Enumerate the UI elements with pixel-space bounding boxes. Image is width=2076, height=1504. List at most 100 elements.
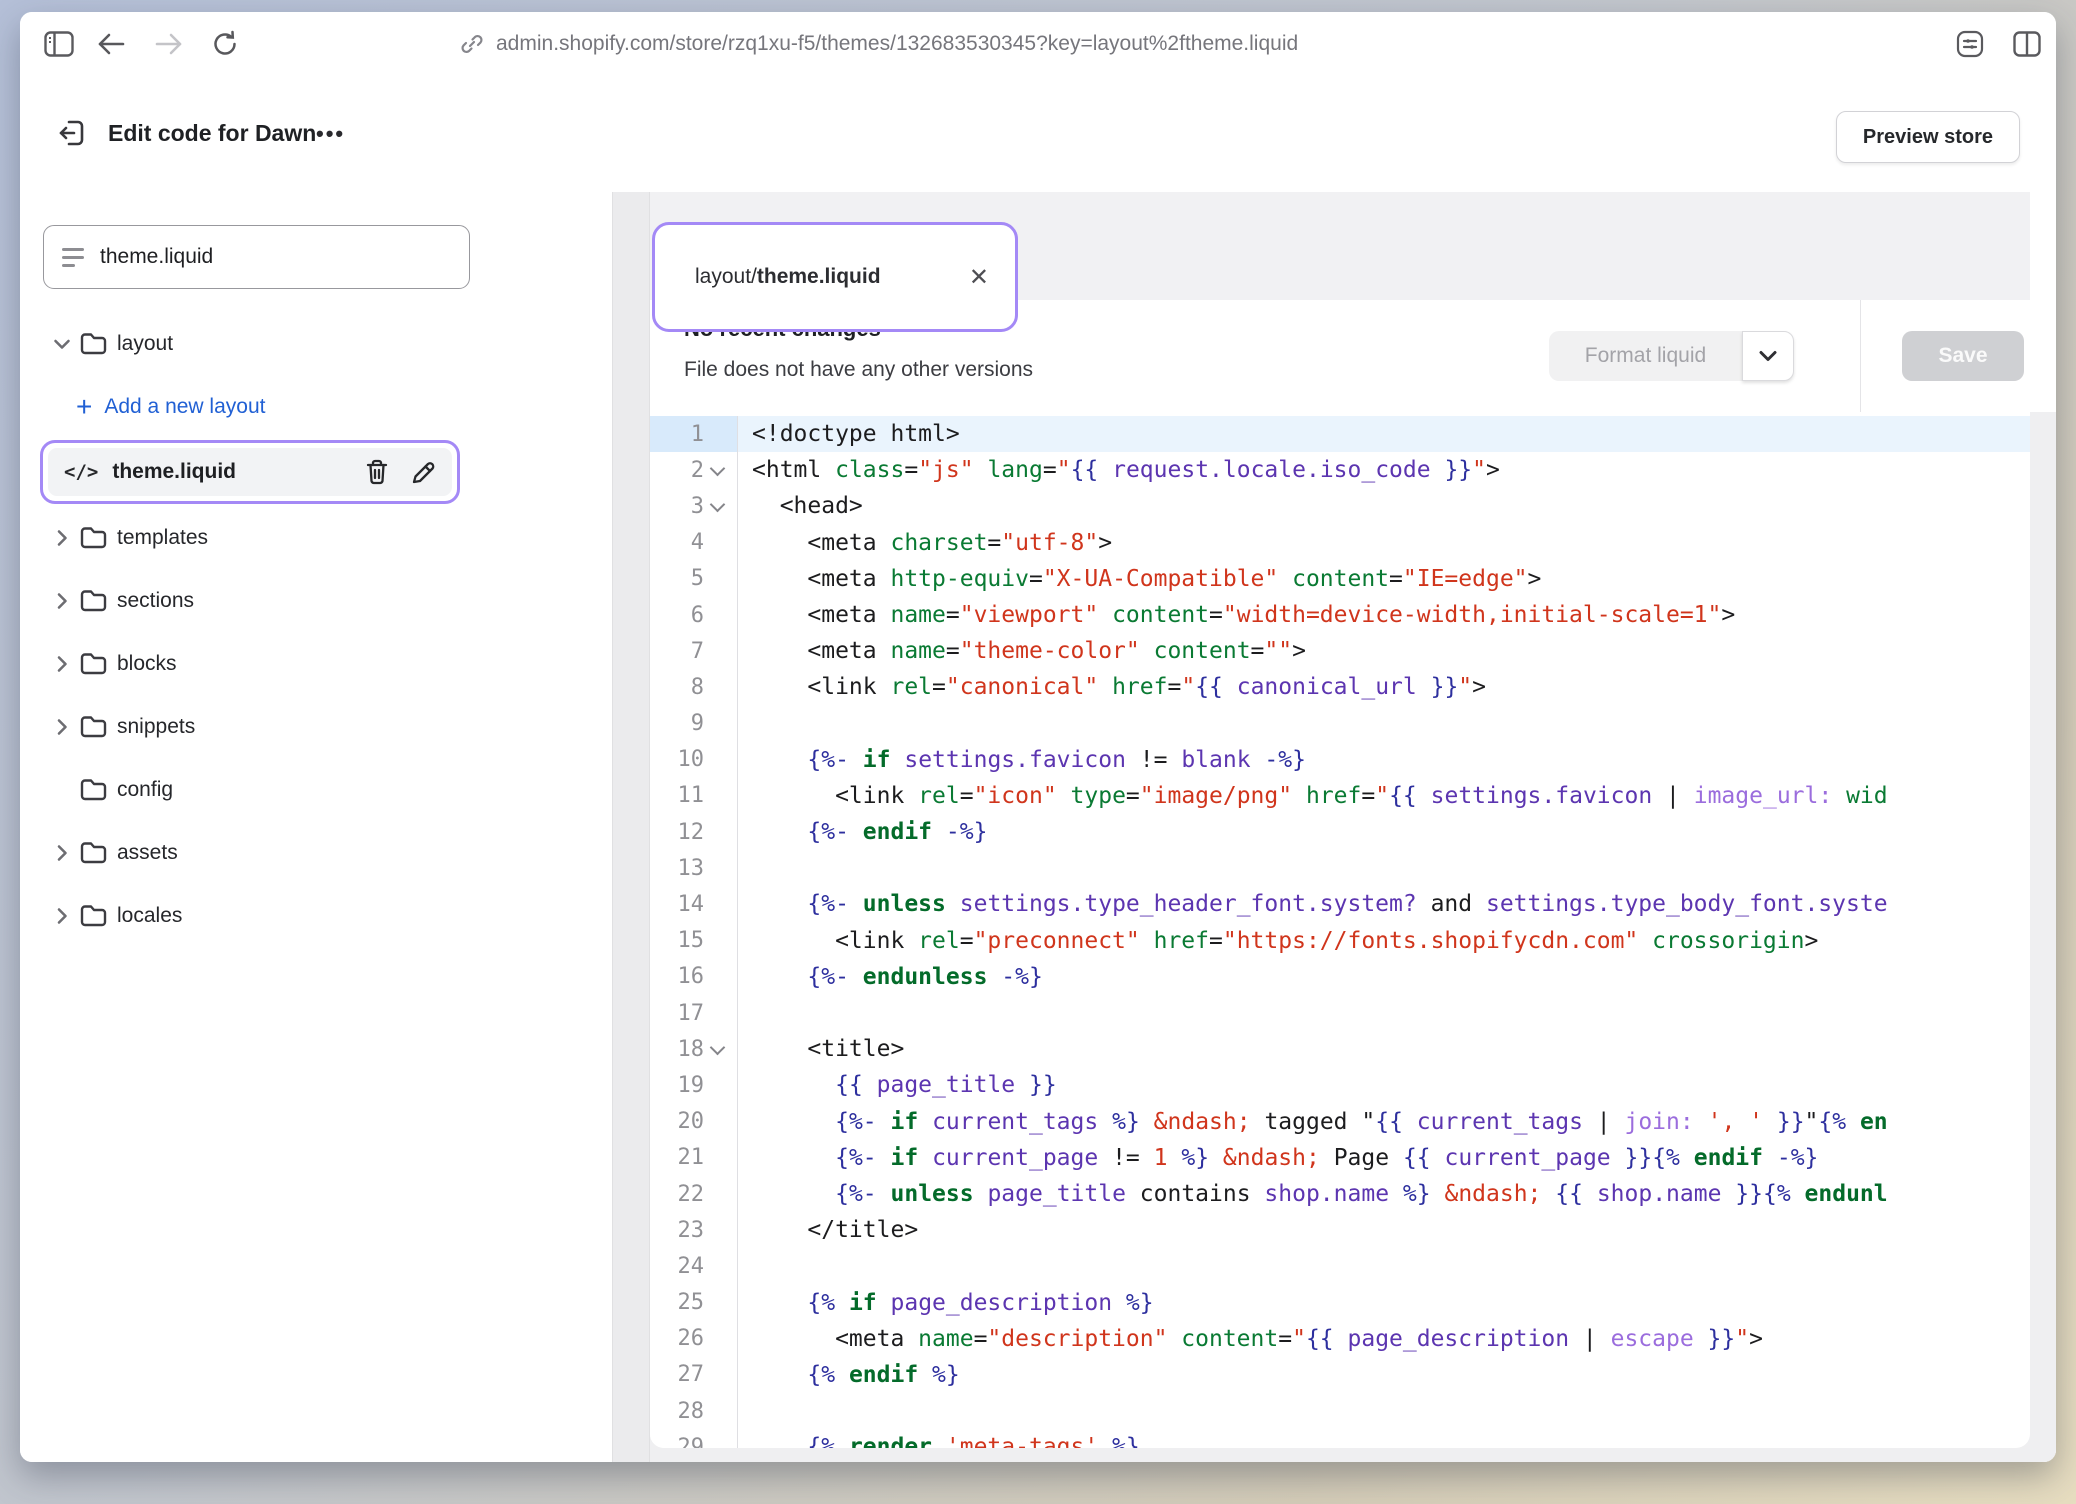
sidebar-item-sections[interactable]: sections xyxy=(20,569,612,632)
code-text[interactable]: {% if page_description %} xyxy=(738,1285,2030,1321)
chevron-right-icon[interactable] xyxy=(50,529,74,547)
line-number-gutter[interactable]: 13 xyxy=(650,850,738,886)
forward-icon[interactable] xyxy=(144,12,194,75)
line-number-gutter[interactable]: 24 xyxy=(650,1248,738,1284)
code-text[interactable]: <meta http-equiv="X-UA-Compatible" conte… xyxy=(738,561,2030,597)
line-number-gutter[interactable]: 14 xyxy=(650,886,738,922)
code-editor[interactable]: 1<!doctype html>2<html class="js" lang="… xyxy=(650,412,2030,1448)
code-line[interactable]: 21 {%- if current_page != 1 %} &ndash; P… xyxy=(650,1140,2030,1176)
code-line[interactable]: 27 {% endif %} xyxy=(650,1357,2030,1393)
fold-toggle-icon[interactable] xyxy=(709,1040,725,1056)
page-settings-icon[interactable] xyxy=(1945,12,1995,75)
code-text[interactable]: {%- unless page_title contains shop.name… xyxy=(738,1176,2030,1212)
exit-editor-button[interactable] xyxy=(50,111,94,155)
code-line[interactable]: 28 xyxy=(650,1393,2030,1429)
chevron-right-icon[interactable] xyxy=(50,655,74,673)
code-text[interactable]: {%- if settings.favicon != blank -%} xyxy=(738,742,2030,778)
code-text[interactable]: {{ page_title }} xyxy=(738,1067,2030,1103)
code-line[interactable]: 18 <title> xyxy=(650,1031,2030,1067)
code-text[interactable]: {%- if current_tags %} &ndash; tagged "{… xyxy=(738,1104,2030,1140)
back-icon[interactable] xyxy=(86,12,136,75)
code-line[interactable]: 20 {%- if current_tags %} &ndash; tagged… xyxy=(650,1104,2030,1140)
sidebar-item-assets[interactable]: assets xyxy=(20,821,612,884)
code-text[interactable]: {%- if current_page != 1 %} &ndash; Page… xyxy=(738,1140,2030,1176)
line-number-gutter[interactable]: 9 xyxy=(650,706,738,742)
line-number-gutter[interactable]: 27 xyxy=(650,1357,738,1393)
code-line[interactable]: 10 {%- if settings.favicon != blank -%} xyxy=(650,742,2030,778)
chevron-down-icon[interactable] xyxy=(50,338,74,350)
code-text[interactable]: {% endif %} xyxy=(738,1357,2030,1393)
code-text[interactable]: {% render 'meta-tags' %} xyxy=(738,1429,2030,1448)
code-text[interactable] xyxy=(738,1248,2030,1284)
line-number-gutter[interactable]: 18 xyxy=(650,1031,738,1067)
split-view-icon[interactable] xyxy=(2002,12,2052,75)
line-number-gutter[interactable]: 5 xyxy=(650,561,738,597)
sidebar-item-theme-liquid[interactable]: </>theme.liquid xyxy=(48,448,452,496)
add-new-layout-link[interactable]: +Add a new layout xyxy=(20,375,612,438)
line-number-gutter[interactable]: 20 xyxy=(650,1104,738,1140)
code-text[interactable]: <meta name="theme-color" content=""> xyxy=(738,633,2030,669)
line-number-gutter[interactable]: 26 xyxy=(650,1321,738,1357)
code-line[interactable]: 1<!doctype html> xyxy=(650,416,2030,452)
line-number-gutter[interactable]: 10 xyxy=(650,742,738,778)
code-text[interactable]: <html class="js" lang="{{ request.locale… xyxy=(738,452,2030,488)
code-text[interactable]: <link rel="icon" type="image/png" href="… xyxy=(738,778,2030,814)
line-number-gutter[interactable]: 21 xyxy=(650,1140,738,1176)
code-line[interactable]: 12 {%- endif -%} xyxy=(650,814,2030,850)
line-number-gutter[interactable]: 7 xyxy=(650,633,738,669)
line-number-gutter[interactable]: 2 xyxy=(650,452,738,488)
fold-toggle-icon[interactable] xyxy=(709,497,725,513)
chevron-right-icon[interactable] xyxy=(50,718,74,736)
code-text[interactable]: <head> xyxy=(738,488,2030,524)
code-text[interactable]: {%- endunless -%} xyxy=(738,959,2030,995)
sidebar-resize-handle[interactable] xyxy=(612,192,650,1462)
code-line[interactable]: 11 <link rel="icon" type="image/png" hre… xyxy=(650,778,2030,814)
line-number-gutter[interactable]: 1 xyxy=(650,416,738,452)
code-line[interactable]: 24 xyxy=(650,1248,2030,1284)
line-number-gutter[interactable]: 3 xyxy=(650,488,738,524)
line-number-gutter[interactable]: 23 xyxy=(650,1212,738,1248)
code-text[interactable]: <link rel="preconnect" href="https://fon… xyxy=(738,923,2030,959)
chevron-right-icon[interactable] xyxy=(50,592,74,610)
code-text[interactable] xyxy=(738,1393,2030,1429)
line-number-gutter[interactable]: 4 xyxy=(650,525,738,561)
code-line[interactable]: 16 {%- endunless -%} xyxy=(650,959,2030,995)
line-number-gutter[interactable]: 16 xyxy=(650,959,738,995)
code-line[interactable]: 26 <meta name="description" content="{{ … xyxy=(650,1321,2030,1357)
sidebar-item-snippets[interactable]: snippets xyxy=(20,695,612,758)
tab-theme-liquid[interactable]: layout/theme.liquid ✕ xyxy=(655,263,1015,292)
code-line[interactable]: 9 xyxy=(650,706,2030,742)
sidebar-item-blocks[interactable]: blocks xyxy=(20,632,612,695)
code-line[interactable]: 3 <head> xyxy=(650,488,2030,524)
sidebar-item-config[interactable]: config xyxy=(20,758,612,821)
code-line[interactable]: 7 <meta name="theme-color" content=""> xyxy=(650,633,2030,669)
line-number-gutter[interactable]: 19 xyxy=(650,1067,738,1103)
code-text[interactable] xyxy=(738,706,2030,742)
address-bar[interactable]: admin.shopify.com/store/rzq1xu-f5/themes… xyxy=(460,12,1298,75)
code-line[interactable]: 25 {% if page_description %} xyxy=(650,1285,2030,1321)
line-number-gutter[interactable]: 15 xyxy=(650,923,738,959)
line-number-gutter[interactable]: 17 xyxy=(650,995,738,1031)
more-actions-button[interactable]: ••• xyxy=(316,75,345,192)
delete-file-icon[interactable] xyxy=(365,459,389,485)
line-number-gutter[interactable]: 29 xyxy=(650,1429,738,1448)
code-text[interactable]: {%- endif -%} xyxy=(738,814,2030,850)
preview-store-button[interactable]: Preview store xyxy=(1836,111,2020,163)
sidebar-item-locales[interactable]: locales xyxy=(20,884,612,947)
code-line[interactable]: 4 <meta charset="utf-8"> xyxy=(650,525,2030,561)
save-button[interactable]: Save xyxy=(1902,331,2024,381)
code-text[interactable]: <!doctype html> xyxy=(738,416,2030,452)
code-line[interactable]: 17 xyxy=(650,995,2030,1031)
chevron-right-icon[interactable] xyxy=(50,844,74,862)
code-line[interactable]: 13 xyxy=(650,850,2030,886)
code-line[interactable]: 6 <meta name="viewport" content="width=d… xyxy=(650,597,2030,633)
code-text[interactable]: <title> xyxy=(738,1031,2030,1067)
line-number-gutter[interactable]: 28 xyxy=(650,1393,738,1429)
code-line[interactable]: 2<html class="js" lang="{{ request.local… xyxy=(650,452,2030,488)
sidebar-item-templates[interactable]: templates xyxy=(20,506,612,569)
code-line[interactable]: 5 <meta http-equiv="X-UA-Compatible" con… xyxy=(650,561,2030,597)
format-options-dropdown[interactable] xyxy=(1742,331,1794,381)
code-text[interactable] xyxy=(738,995,2030,1031)
close-tab-icon[interactable]: ✕ xyxy=(969,263,989,292)
code-text[interactable]: <meta name="viewport" content="width=dev… xyxy=(738,597,2030,633)
